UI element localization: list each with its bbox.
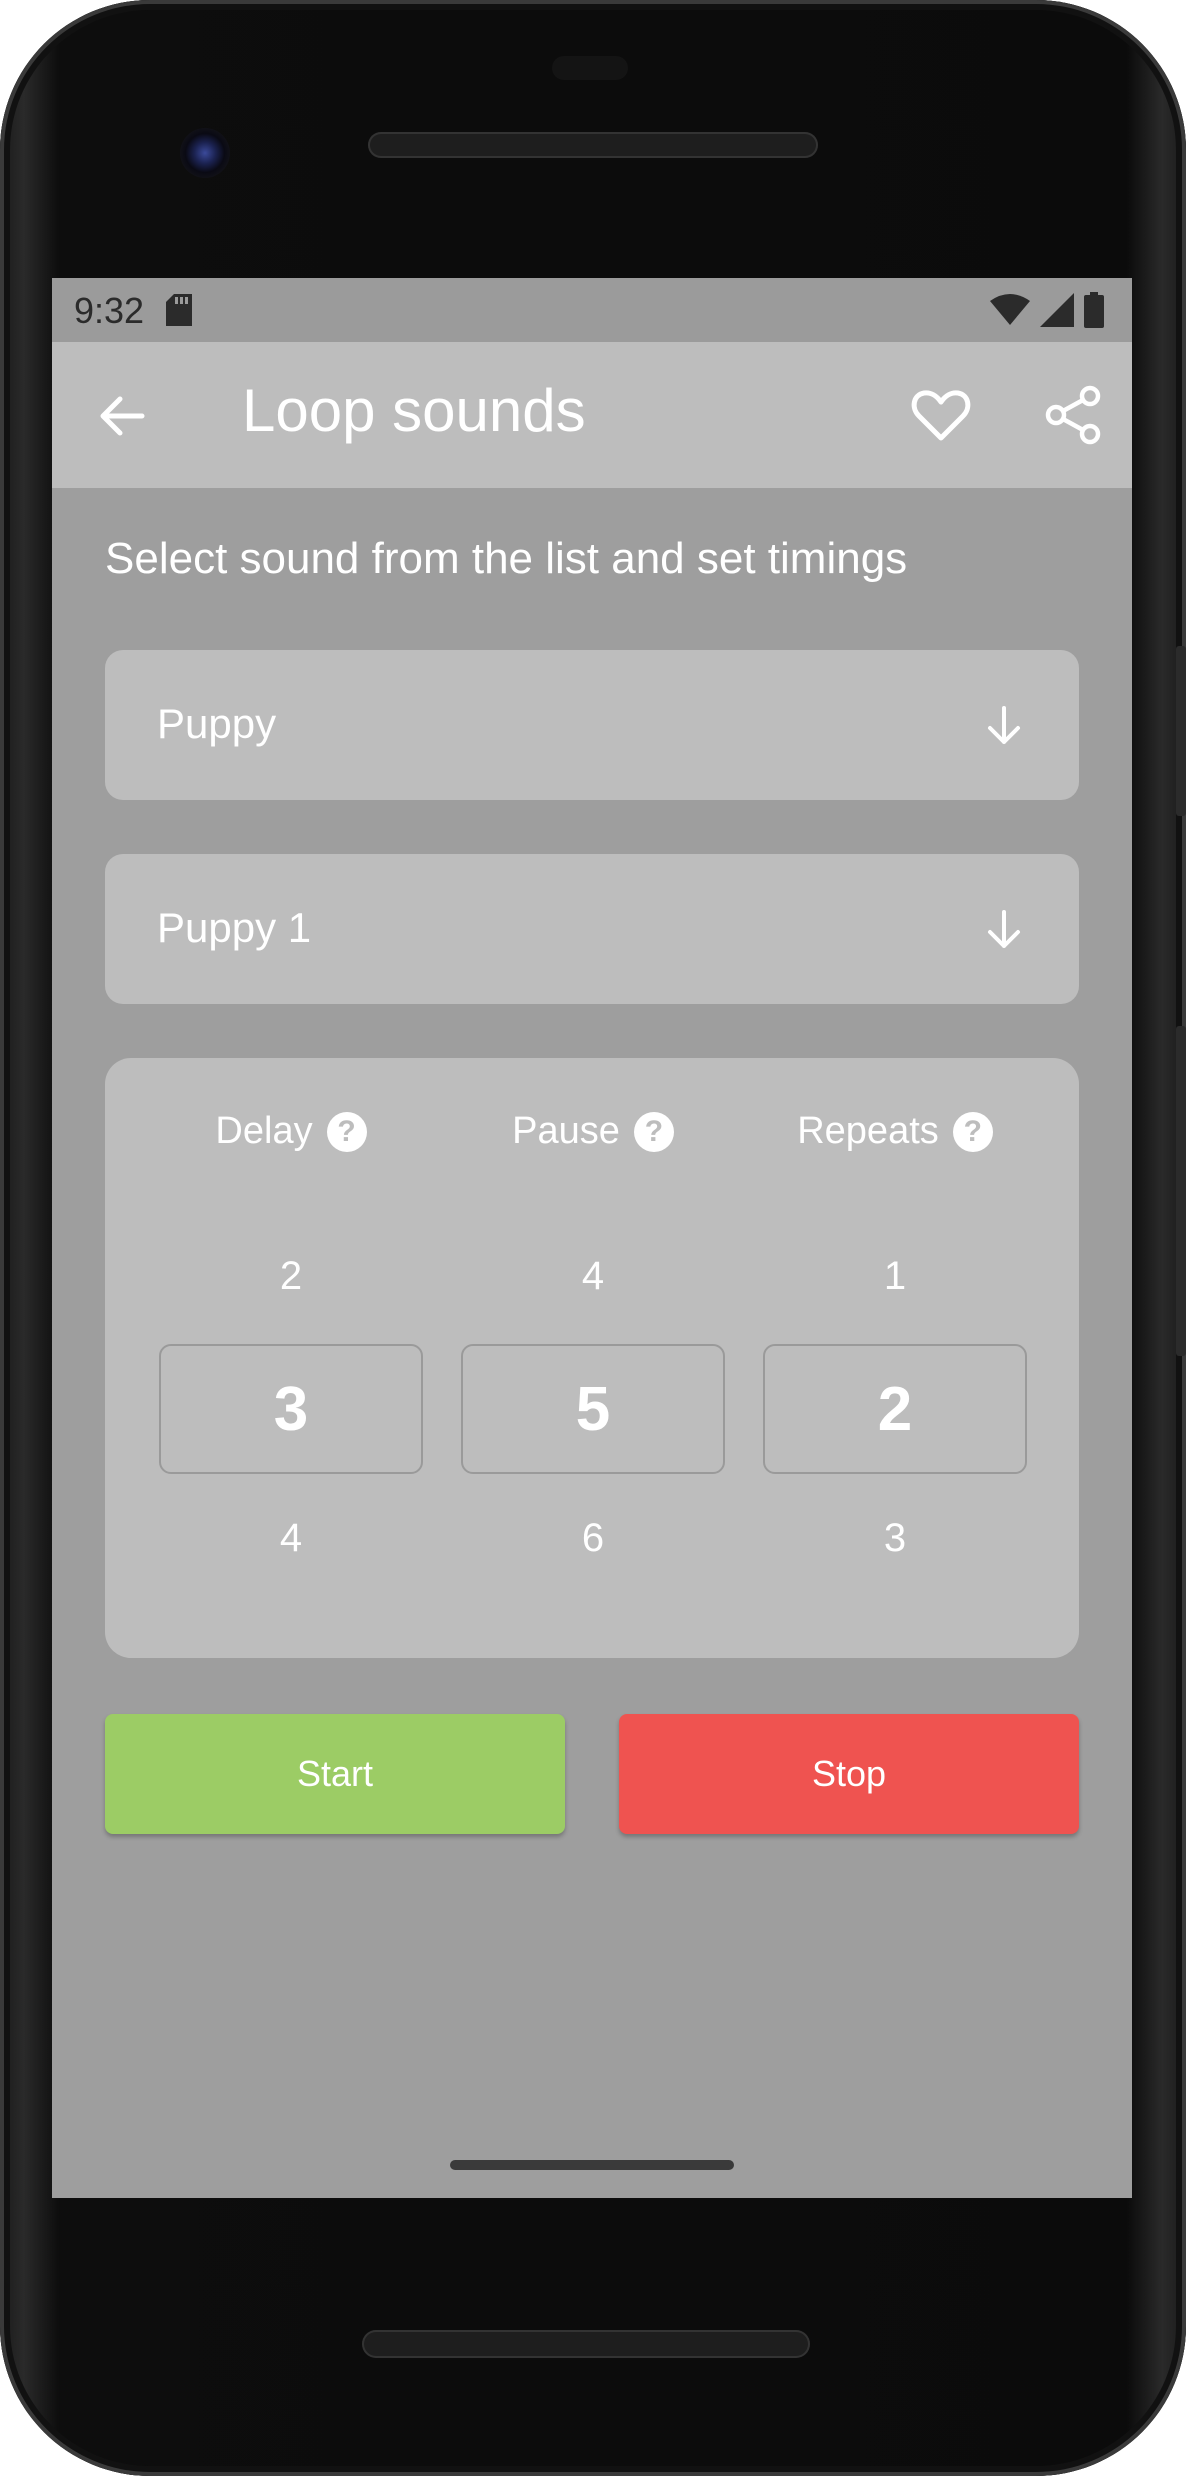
earpiece-speaker — [368, 132, 818, 158]
front-camera — [180, 128, 230, 178]
repeats-header: Repeats ? — [763, 1110, 1027, 1153]
home-indicator[interactable] — [450, 2160, 734, 2170]
pause-selected-value[interactable]: 5 — [461, 1344, 725, 1474]
pause-next-value[interactable]: 6 — [461, 1516, 725, 1561]
sound-dropdown[interactable]: Puppy 1 — [105, 854, 1079, 1004]
pause-label: Pause — [512, 1110, 620, 1152]
pause-picker[interactable]: Pause ? 4 5 6 — [461, 1058, 725, 1658]
power-button — [1176, 646, 1186, 816]
timing-picker-card: Delay ? 2 3 4 Pause ? 4 5 6 Repeats ? 1 … — [105, 1058, 1079, 1658]
sd-card-icon — [166, 294, 192, 326]
screen: 9:32 Loop sounds Select sound from the l… — [52, 278, 1132, 2198]
help-icon[interactable]: ? — [633, 1111, 674, 1152]
status-time: 9:32 — [74, 290, 145, 331]
delay-label: Delay — [215, 1110, 313, 1152]
phone-frame: 9:32 Loop sounds Select sound from the l… — [0, 0, 1186, 2476]
arrow-down-icon — [988, 910, 1020, 948]
pause-header: Pause ? — [461, 1110, 725, 1153]
repeats-picker[interactable]: Repeats ? 1 2 3 — [763, 1058, 1027, 1658]
repeats-next-value[interactable]: 3 — [763, 1516, 1027, 1561]
delay-next-value[interactable]: 4 — [159, 1516, 423, 1561]
delay-prev-value[interactable]: 2 — [159, 1254, 423, 1299]
share-icon[interactable] — [1042, 384, 1104, 446]
sound-dropdown-value: Puppy 1 — [157, 904, 312, 951]
heart-outline-icon[interactable] — [910, 384, 972, 446]
category-dropdown[interactable]: Puppy — [105, 650, 1079, 800]
delay-header: Delay ? — [159, 1110, 423, 1153]
volume-button — [1176, 1026, 1186, 1356]
instruction-text: Select sound from the list and set timin… — [105, 534, 908, 583]
start-button[interactable]: Start — [105, 1714, 565, 1834]
delay-picker[interactable]: Delay ? 2 3 4 — [159, 1058, 423, 1658]
help-icon[interactable]: ? — [952, 1111, 993, 1152]
delay-selected-value[interactable]: 3 — [159, 1344, 423, 1474]
wifi-icon — [990, 294, 1030, 325]
repeats-selected-value[interactable]: 2 — [763, 1344, 1027, 1474]
page-title: Loop sounds — [242, 377, 586, 444]
repeats-label: Repeats — [797, 1110, 939, 1152]
category-dropdown-value: Puppy — [157, 700, 277, 747]
arrow-left-icon[interactable] — [92, 386, 152, 446]
repeats-prev-value[interactable]: 1 — [763, 1254, 1027, 1299]
status-bar: 9:32 — [52, 278, 1132, 342]
cell-signal-icon — [1040, 293, 1074, 327]
app-bar: Loop sounds — [52, 342, 1132, 488]
bottom-speaker — [362, 2330, 810, 2358]
stop-button[interactable]: Stop — [619, 1714, 1079, 1834]
help-icon[interactable]: ? — [326, 1111, 367, 1152]
status-icons — [990, 292, 1104, 328]
arrow-down-icon — [988, 706, 1020, 744]
battery-icon — [1084, 292, 1104, 328]
pause-prev-value[interactable]: 4 — [461, 1254, 725, 1299]
proximity-sensor — [552, 56, 628, 80]
